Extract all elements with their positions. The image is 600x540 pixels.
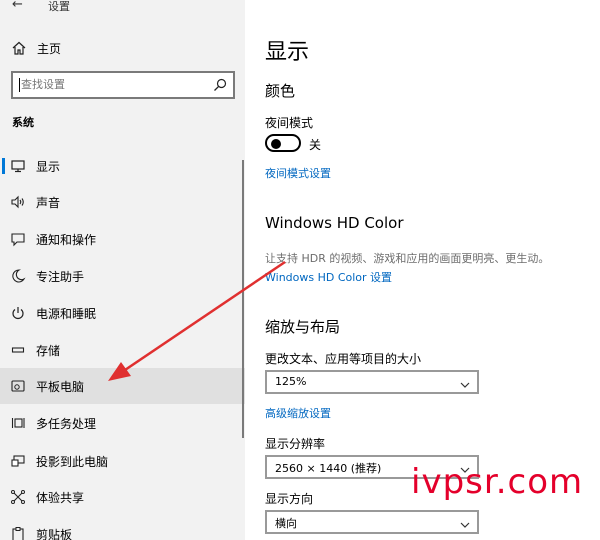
sidebar-item-label: 体验共享 bbox=[36, 490, 85, 505]
chevron-down-icon bbox=[459, 376, 471, 388]
selection-accent bbox=[2, 158, 5, 174]
search-box[interactable] bbox=[11, 71, 235, 99]
night-mode-settings-link[interactable]: 夜间模式设置 bbox=[265, 165, 331, 181]
sidebar-item-label: 投影到此电脑 bbox=[36, 454, 109, 469]
speaker-icon bbox=[9, 193, 27, 211]
sidebar-item-label: 存储 bbox=[36, 343, 61, 358]
dropdown-value: 2560 × 1440 (推荐) bbox=[275, 462, 382, 475]
dropdown-value: 横向 bbox=[275, 517, 297, 530]
sidebar-scrollbar[interactable] bbox=[242, 160, 244, 438]
sidebar-item-label: 声音 bbox=[36, 195, 61, 210]
sidebar-item-display[interactable]: 显示 bbox=[0, 148, 245, 184]
hdr-description: 让支持 HDR 的视频、游戏和应用的画面更明亮、更生动。 bbox=[265, 252, 550, 265]
sidebar-item-label: 显示 bbox=[36, 159, 61, 174]
sidebar-item-label: 通知和操作 bbox=[36, 232, 97, 247]
scale-heading: 缩放与布局 bbox=[265, 318, 341, 336]
sidebar-item-shared-experiences[interactable]: 体验共享 bbox=[0, 479, 245, 515]
home-label: 主页 bbox=[37, 41, 62, 56]
sidebar-item-tablet[interactable]: 平板电脑 bbox=[0, 368, 245, 404]
resolution-label: 显示分辨率 bbox=[265, 437, 326, 451]
orientation-label: 显示方向 bbox=[265, 492, 314, 506]
sidebar-item-label: 剪贴板 bbox=[36, 527, 73, 540]
night-mode-label: 夜间模式 bbox=[265, 116, 314, 130]
clipboard-icon bbox=[9, 525, 27, 540]
sidebar-item-notifications[interactable]: 通知和操作 bbox=[0, 221, 245, 257]
orientation-dropdown[interactable]: 横向 bbox=[265, 510, 479, 534]
back-arrow-icon[interactable]: ← bbox=[12, 0, 23, 12]
power-icon bbox=[9, 304, 27, 322]
sidebar: ← 设置 主页 系统 显示 声音 通知和操作 bbox=[0, 0, 245, 540]
hdr-heading: Windows HD Color bbox=[265, 214, 404, 232]
page-title: 显示 bbox=[265, 40, 310, 65]
tablet-icon bbox=[9, 377, 27, 395]
monitor-icon bbox=[9, 157, 27, 175]
search-input[interactable] bbox=[21, 78, 201, 91]
sidebar-item-label: 电源和睡眠 bbox=[36, 306, 97, 321]
window-title: 设置 bbox=[48, 0, 70, 13]
sidebar-item-multitasking[interactable]: 多任务处理 bbox=[0, 405, 245, 441]
color-heading: 颜色 bbox=[265, 82, 296, 100]
search-icon[interactable] bbox=[212, 77, 228, 93]
text-cursor bbox=[19, 78, 20, 92]
dropdown-value: 125% bbox=[275, 375, 307, 388]
hdr-settings-link[interactable]: Windows HD Color 设置 bbox=[265, 269, 392, 285]
sidebar-item-sound[interactable]: 声音 bbox=[0, 184, 245, 220]
home-icon bbox=[10, 39, 28, 57]
advanced-scaling-link[interactable]: 高级缩放设置 bbox=[265, 405, 331, 421]
toggle-knob bbox=[271, 139, 281, 149]
sidebar-item-storage[interactable]: 存储 bbox=[0, 332, 245, 368]
night-mode-state: 关 bbox=[309, 138, 322, 152]
scale-dropdown[interactable]: 125% bbox=[265, 370, 479, 394]
multitask-icon bbox=[9, 414, 27, 432]
chevron-down-icon bbox=[459, 516, 471, 528]
sidebar-item-clipboard[interactable]: 剪贴板 bbox=[0, 516, 245, 540]
sidebar-item-label: 多任务处理 bbox=[36, 416, 97, 431]
sidebar-item-home[interactable]: 主页 bbox=[10, 38, 61, 58]
moon-icon bbox=[9, 267, 27, 285]
sidebar-item-label: 专注助手 bbox=[36, 269, 85, 284]
sidebar-item-focus-assist[interactable]: 专注助手 bbox=[0, 258, 245, 294]
title-bar: ← 设置 bbox=[0, 0, 245, 14]
watermark: ivpsr.com bbox=[411, 462, 584, 502]
sidebar-item-project[interactable]: 投影到此电脑 bbox=[0, 443, 245, 479]
notification-icon bbox=[9, 230, 27, 248]
sidebar-item-label: 平板电脑 bbox=[36, 379, 85, 394]
share-icon bbox=[9, 488, 27, 506]
section-label: 系统 bbox=[12, 116, 34, 129]
project-icon bbox=[9, 452, 27, 470]
scale-size-label: 更改文本、应用等项目的大小 bbox=[265, 352, 422, 366]
night-mode-toggle[interactable] bbox=[265, 134, 301, 152]
storage-icon bbox=[9, 341, 27, 359]
sidebar-item-power-sleep[interactable]: 电源和睡眠 bbox=[0, 295, 245, 331]
